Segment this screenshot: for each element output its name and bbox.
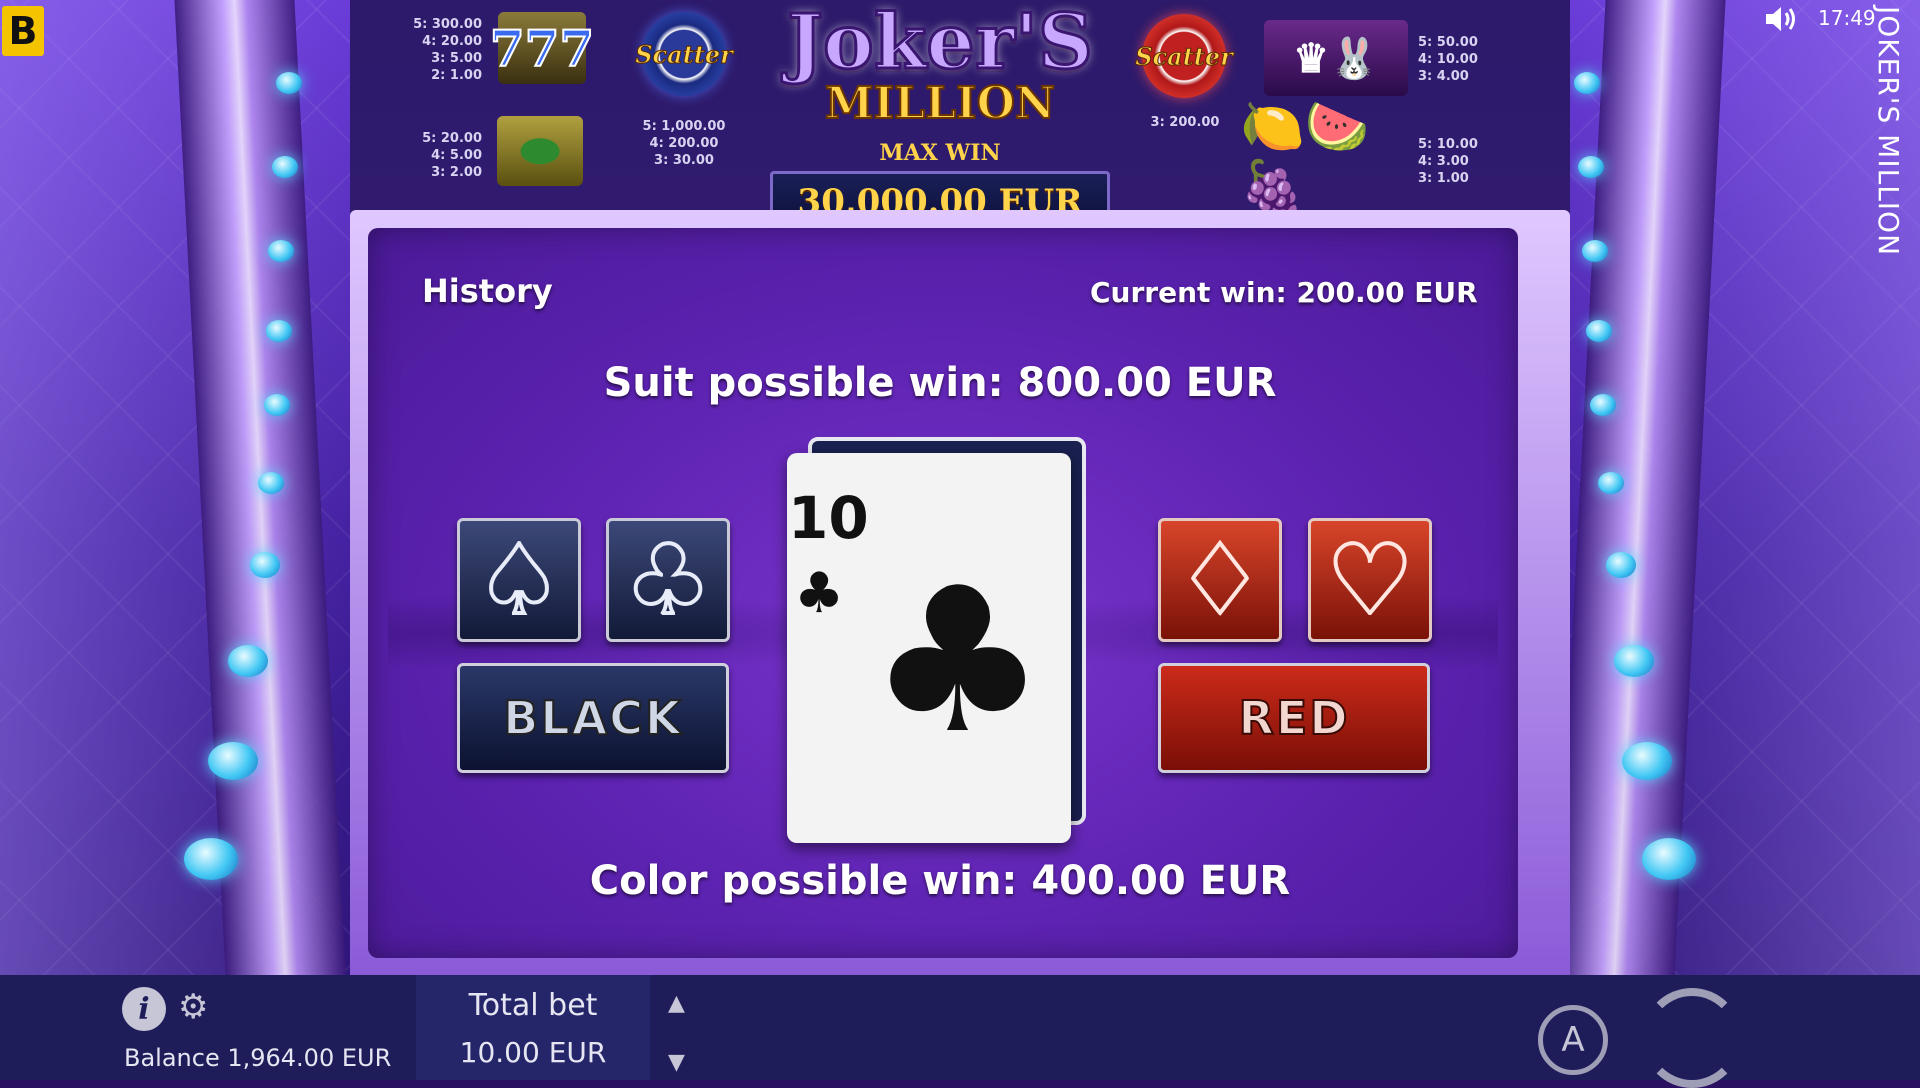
light-bulb <box>1614 645 1654 677</box>
sevens-symbol-icon: 777 <box>489 12 595 84</box>
card-rank: 10 <box>788 484 869 552</box>
bet-decrease-icon[interactable]: ▼ <box>668 1052 685 1074</box>
light-bulb <box>1586 320 1612 342</box>
club-icon: ♣ <box>623 524 713 636</box>
club-button[interactable]: ♣ <box>606 518 730 642</box>
light-bulb <box>276 72 302 94</box>
diamond-button[interactable]: ♦ <box>1158 518 1282 642</box>
gear-icon[interactable]: ⚙ <box>178 990 208 1024</box>
paytable-fruits: 5: 10.00 4: 3.00 3: 1.00 <box>1418 137 1478 186</box>
total-bet-label: Total bet <box>468 988 598 1023</box>
heart-icon: ♥ <box>1325 524 1415 636</box>
history-button[interactable]: History <box>422 272 553 310</box>
bet-increase-icon[interactable]: ▲ <box>668 993 685 1015</box>
clock: 17:49 <box>1818 6 1876 30</box>
fruits-symbol-icon: 🍋🍉🍇 <box>1240 96 1370 218</box>
spade-button[interactable]: ♠ <box>457 518 581 642</box>
game-title-vertical: JOKER'S MILLION <box>1872 6 1905 257</box>
light-bulb <box>1574 72 1600 94</box>
paytable-joker: 5: 50.00 4: 10.00 3: 4.00 <box>1418 35 1478 84</box>
light-bulb <box>250 552 280 578</box>
game-logo-title: Joker'S <box>786 0 1095 86</box>
light-bulb <box>272 156 298 178</box>
light-bulb <box>258 472 284 494</box>
joker-symbol-icon: ♛🐰 <box>1264 20 1408 96</box>
scatter-blue-icon: Scatter <box>635 12 733 96</box>
light-bulb <box>268 240 294 262</box>
balance: Balance 1,964.00 EUR <box>124 1044 392 1072</box>
total-bet-value: 10.00 EUR <box>459 1036 607 1069</box>
spade-icon: ♠ <box>474 524 564 636</box>
current-win: Current win: 200.00 EUR <box>1090 276 1478 309</box>
card-suit-small-icon: ♣ <box>794 561 845 626</box>
red-button[interactable]: RED <box>1158 663 1430 773</box>
light-bulb <box>1582 240 1608 262</box>
light-bulb <box>1606 552 1636 578</box>
autoplay-button[interactable]: A <box>1538 1005 1608 1075</box>
game-logo-subtitle: MILLION <box>824 78 1056 129</box>
light-bulb <box>1578 156 1604 178</box>
max-win-label: MAX WIN <box>879 140 1001 166</box>
watermelon-symbol-icon: ⬬ <box>497 116 583 186</box>
paytable-scatter-red: 3: 200.00 <box>1150 115 1220 130</box>
card-suit-large-icon: ♣ <box>868 545 1048 778</box>
light-bulb <box>1598 472 1624 494</box>
brand-logo: B <box>2 6 44 56</box>
paytable-sevens: 5: 300.00 4: 20.00 3: 5.00 2: 1.00 <box>413 17 482 83</box>
light-bulb <box>1622 742 1672 780</box>
heart-button[interactable]: ♥ <box>1308 518 1432 642</box>
spin-button[interactable] <box>1642 988 1742 1088</box>
paytable-scatter-blue: 5: 1,000.00 4: 200.00 3: 30.00 <box>642 119 726 168</box>
color-possible-win: Color possible win: 400.00 EUR <box>589 858 1291 904</box>
light-bulb <box>266 320 292 342</box>
speaker-icon[interactable] <box>1764 4 1800 34</box>
scatter-red-icon: Scatter <box>1135 14 1233 98</box>
paytable-watermelon: 5: 20.00 4: 5.00 3: 2.00 <box>422 131 482 180</box>
diamond-icon: ♦ <box>1175 524 1265 636</box>
black-button[interactable]: BLACK <box>457 663 729 773</box>
info-icon[interactable]: i <box>122 987 166 1031</box>
suit-possible-win: Suit possible win: 800.00 EUR <box>603 360 1277 406</box>
light-bulb <box>228 645 268 677</box>
light-bulb <box>208 742 258 780</box>
